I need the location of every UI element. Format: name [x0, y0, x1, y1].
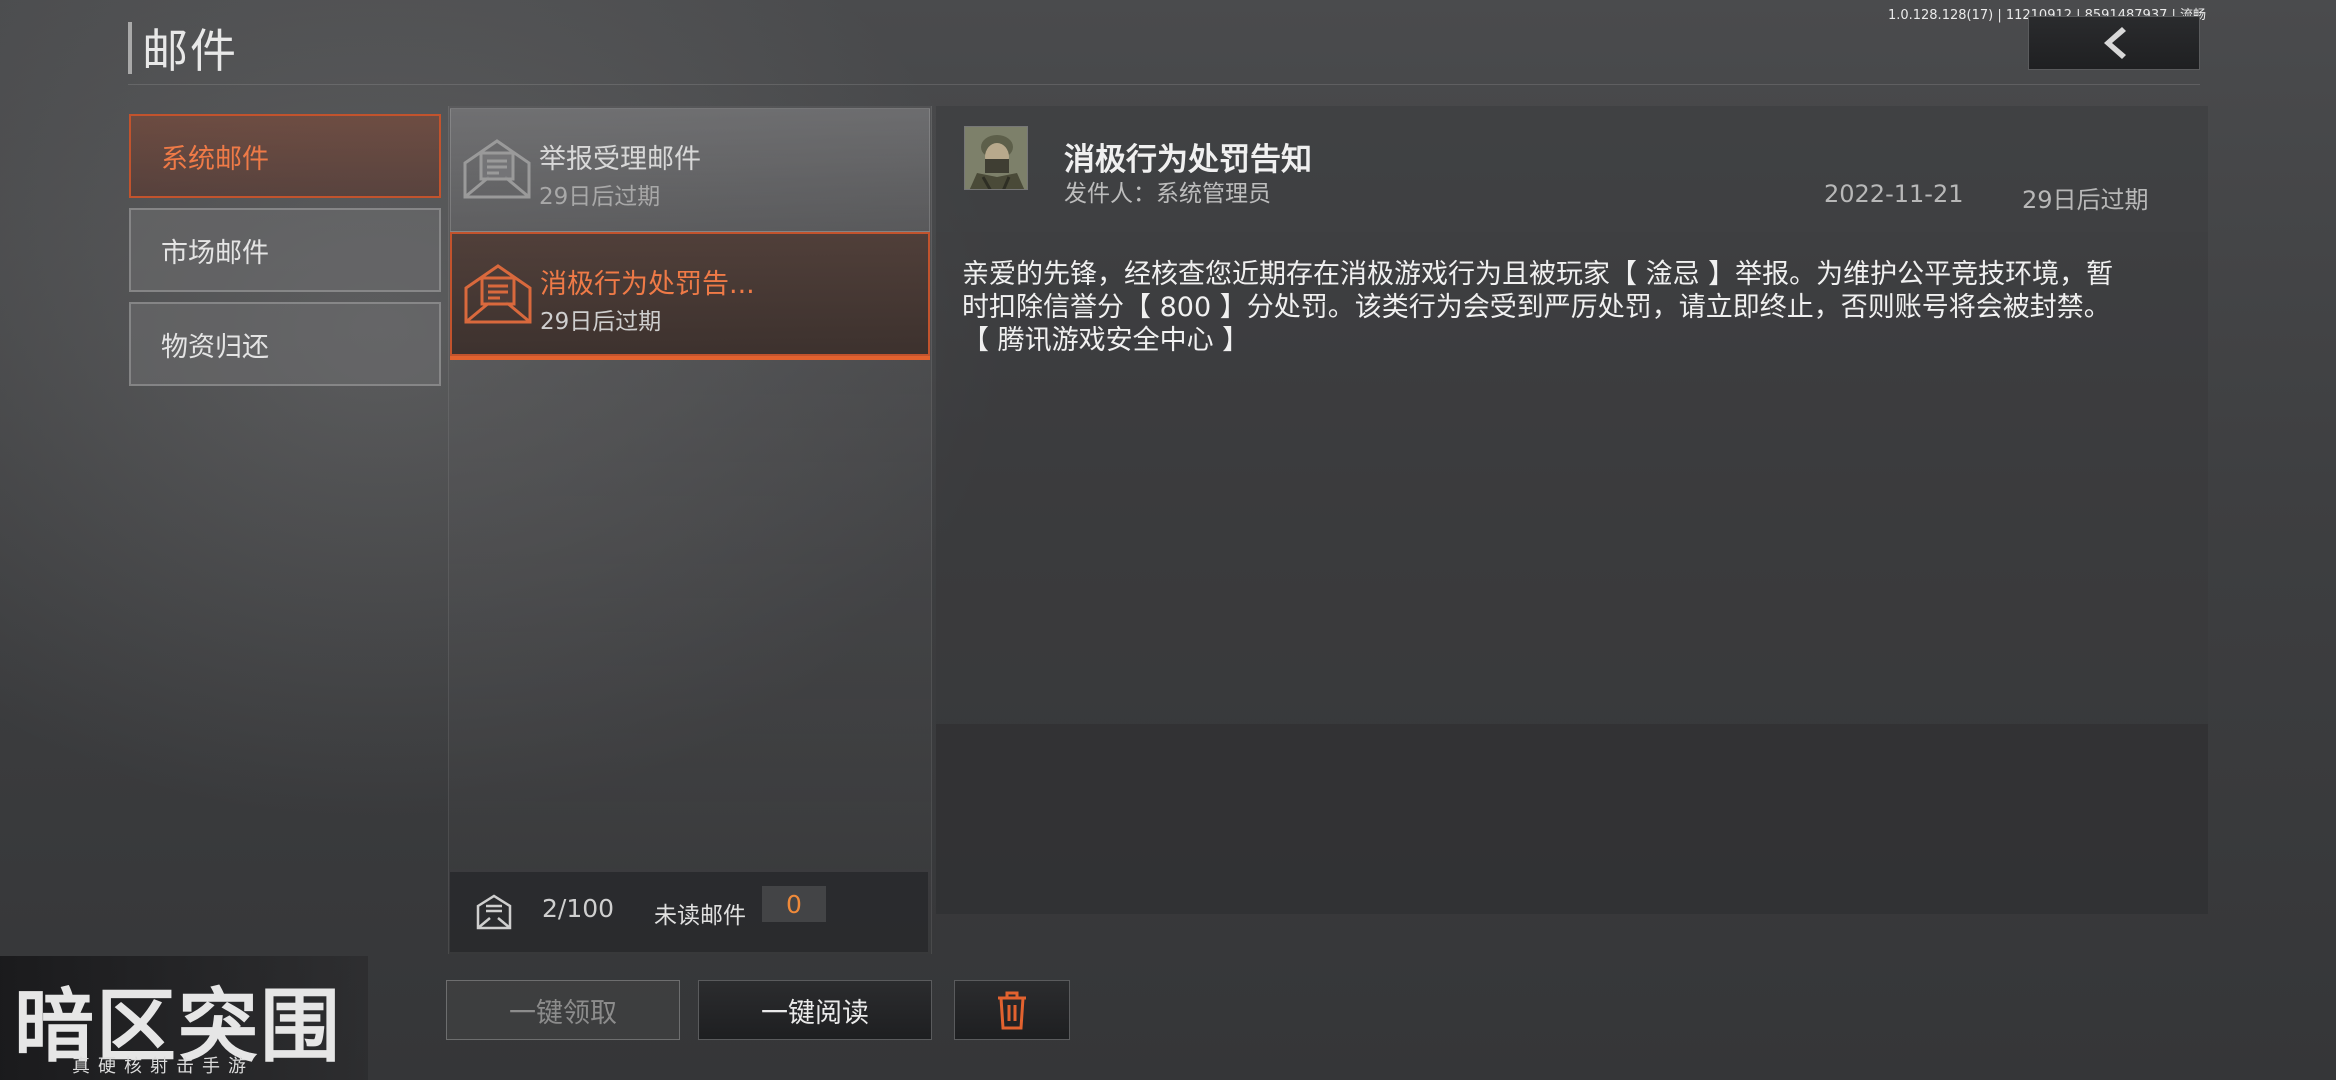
unread-label: 未读邮件 — [654, 903, 746, 929]
page-title: 邮件 — [142, 24, 238, 78]
mail-title: 举报受理邮件 — [539, 144, 701, 175]
detail-date: 2022-11-21 — [1824, 180, 1964, 208]
page-header: 邮件 — [128, 18, 238, 78]
mail-stack-icon — [476, 894, 512, 930]
category-supply-return[interactable]: 物资归还 — [129, 302, 441, 386]
mail-item-penalty[interactable]: 消极行为处罚告... 29日后过期 — [450, 232, 930, 360]
mail-item-report[interactable]: 举报受理邮件 29日后过期 — [450, 108, 930, 232]
chevron-left-icon — [2104, 27, 2126, 59]
category-label: 系统邮件 — [161, 143, 269, 175]
detail-sender: 发件人：系统管理员 — [1064, 181, 1271, 207]
detail-expiry: 29日后过期 — [2022, 186, 2149, 214]
trash-icon — [998, 991, 1026, 1030]
detail-body: 亲爱的先锋，经核查您近期存在消极游戏行为且被玩家【 淦忌 】举报。为维护公平竞技… — [962, 258, 2152, 357]
claim-all-button[interactable]: 一键领取 — [446, 980, 680, 1040]
detail-body-line: 亲爱的先锋，经核查您近期存在消极游戏行为且被玩家【 淦忌 】举报。为维护公平竞技… — [962, 259, 2114, 290]
logo-subtitle: 真硬核射击手游 — [72, 1056, 254, 1077]
read-all-button[interactable]: 一键阅读 — [698, 980, 932, 1040]
envelope-open-icon — [463, 139, 531, 199]
envelope-open-icon — [464, 264, 532, 324]
mail-list-footer: 2/100 未读邮件 0 — [450, 872, 928, 952]
mail-detail-panel — [936, 106, 2208, 914]
back-button[interactable] — [2028, 16, 2200, 70]
unread-count-badge: 0 — [762, 886, 826, 922]
delete-button[interactable] — [954, 980, 1070, 1040]
mail-expiry: 29日后过期 — [539, 184, 661, 210]
detail-title: 消极行为处罚告知 — [1064, 142, 1312, 178]
game-logo: 暗区突围 真硬核射击手游 — [0, 956, 368, 1080]
sender-avatar — [964, 126, 1028, 190]
detail-lower-strip — [936, 724, 2208, 914]
soldier-portrait-icon — [965, 127, 1027, 189]
category-label: 物资归还 — [161, 331, 269, 363]
mail-count: 2/100 — [542, 894, 615, 923]
header-divider — [128, 84, 2200, 85]
mail-expiry: 29日后过期 — [540, 309, 662, 335]
category-system-mail[interactable]: 系统邮件 — [129, 114, 441, 198]
detail-body-line: 时扣除信誉分【 800 】分处罚。该类行为会受到严厉处罚，请立即终止，否则账号将… — [962, 292, 2111, 323]
title-accent-bar — [128, 22, 132, 74]
detail-body-line: 【 腾讯游戏安全中心 】 — [962, 325, 1250, 356]
category-label: 市场邮件 — [161, 237, 269, 269]
category-market-mail[interactable]: 市场邮件 — [129, 208, 441, 292]
mail-title: 消极行为处罚告... — [540, 269, 755, 300]
